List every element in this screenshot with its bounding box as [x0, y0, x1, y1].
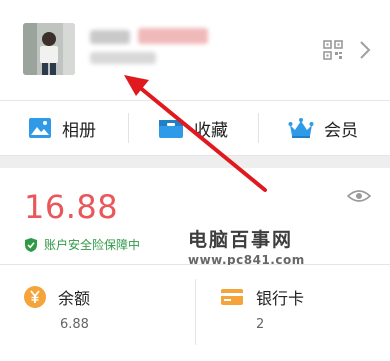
- quick-actions-bar: 相册 收藏 会员: [0, 101, 390, 156]
- shield-check-icon: [25, 237, 37, 252]
- favorites-box-icon: [159, 120, 183, 138]
- photo-album-icon: [29, 118, 51, 138]
- qr-code-icon[interactable]: [323, 40, 343, 60]
- avatar[interactable]: [23, 23, 75, 75]
- total-amount: 16.88: [24, 188, 119, 226]
- bank-card-title: 银行卡: [256, 289, 305, 308]
- avatar-photo: [23, 23, 75, 75]
- membership-label: 会员: [324, 120, 358, 141]
- chevron-right-icon[interactable]: [358, 38, 372, 62]
- album-label: 相册: [62, 120, 96, 141]
- insurance-label: 账户安全险保障中: [44, 238, 141, 252]
- divider: [258, 113, 259, 143]
- divider: [195, 279, 196, 345]
- accounts-grid: 余额 6.88 银行卡 2: [0, 265, 390, 361]
- watermark: 电脑百事网 www.pc841.com: [188, 225, 304, 267]
- account-id-blurred: [90, 52, 160, 66]
- section-gap: [0, 156, 390, 168]
- album-button[interactable]: 相册: [28, 101, 96, 155]
- crown-icon: [288, 118, 314, 138]
- favorites-button[interactable]: 收藏: [158, 101, 228, 155]
- watermark-title: 电脑百事网: [188, 229, 294, 251]
- balance-title: 余额: [58, 289, 91, 308]
- bank-card-icon: [221, 289, 243, 305]
- profile-header[interactable]: [0, 0, 390, 101]
- username-blurred: [90, 26, 210, 46]
- balance-item[interactable]: 余额 6.88: [24, 285, 90, 332]
- insurance-status[interactable]: 账户安全险保障中: [24, 236, 140, 253]
- favorites-label: 收藏: [194, 120, 228, 141]
- bank-card-value: 2: [256, 317, 265, 332]
- yen-coin-icon: [24, 286, 46, 308]
- divider: [128, 113, 129, 143]
- bank-card-item[interactable]: 银行卡 2: [220, 285, 304, 332]
- balance-value: 6.88: [60, 317, 89, 332]
- membership-button[interactable]: 会员: [288, 101, 358, 155]
- eye-icon[interactable]: [347, 188, 371, 204]
